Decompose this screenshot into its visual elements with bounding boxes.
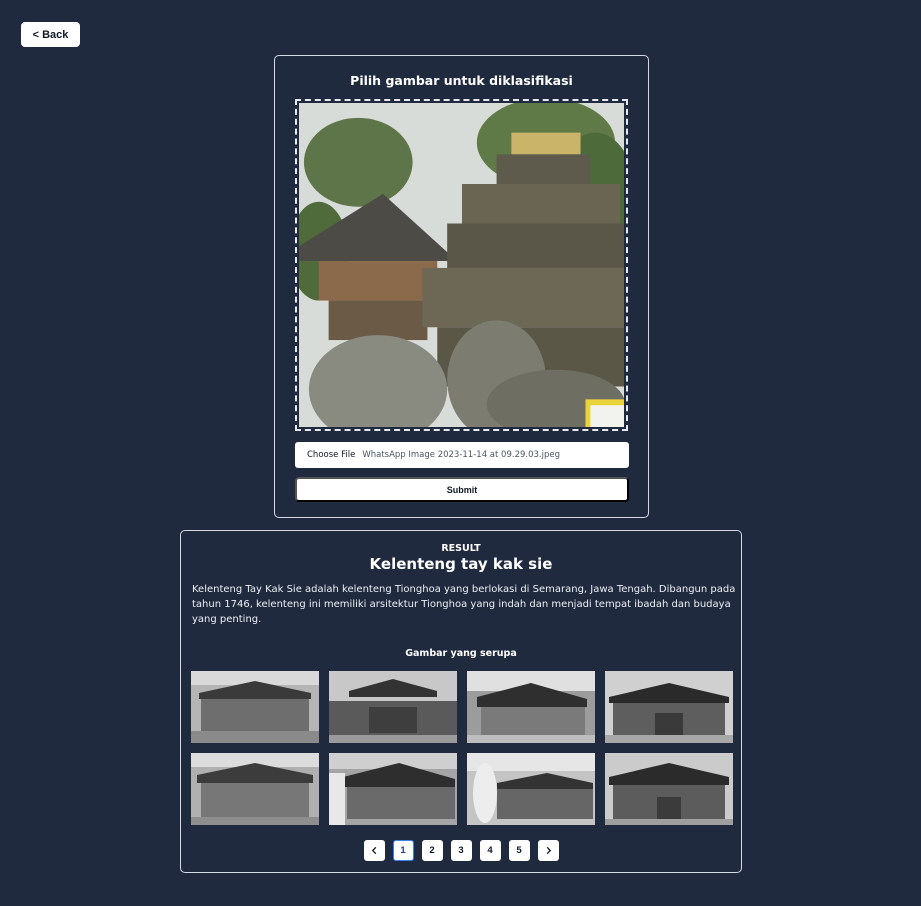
similar-image[interactable] (191, 671, 319, 743)
similar-image[interactable] (191, 753, 319, 825)
similar-image[interactable] (605, 671, 733, 743)
page-button-3[interactable]: 3 (450, 840, 472, 861)
result-title: Kelenteng tay kak sie (369, 555, 553, 573)
result-label: RESULT (441, 543, 481, 554)
chevron-right-icon (546, 846, 551, 855)
page-button-5[interactable]: 5 (508, 840, 530, 861)
similar-images-gallery (191, 671, 733, 825)
chevron-left-icon (371, 846, 376, 855)
choose-file-button[interactable]: Choose File (295, 442, 362, 468)
uploaded-image-preview (299, 103, 624, 427)
upload-title: Pilih gambar untuk diklasifikasi (350, 73, 573, 88)
file-input[interactable]: Choose File WhatsApp Image 2023-11-14 at… (295, 442, 629, 468)
similar-image[interactable] (467, 753, 595, 825)
page-button-2[interactable]: 2 (421, 840, 443, 861)
submit-button[interactable]: Submit (295, 477, 629, 502)
page-button-4[interactable]: 4 (479, 840, 501, 861)
similar-image[interactable] (605, 753, 733, 825)
page-button-1[interactable]: 1 (392, 840, 414, 861)
result-description: Kelenteng Tay Kak Sie adalah kelenteng T… (192, 584, 736, 625)
result-card: RESULT Kelenteng tay kak sie Kelenteng T… (180, 530, 742, 873)
back-button[interactable]: < Back (21, 22, 80, 47)
similar-image[interactable] (467, 671, 595, 743)
selected-file-name: WhatsApp Image 2023-11-14 at 09.29.03.jp… (362, 450, 560, 460)
upload-card: Pilih gambar untuk diklasifikasi Choose … (274, 55, 649, 518)
similar-images-title: Gambar yang serupa (405, 648, 517, 659)
next-page-button[interactable] (537, 840, 559, 861)
image-dropzone[interactable] (295, 99, 628, 431)
similar-image[interactable] (329, 671, 457, 743)
previous-page-button[interactable] (363, 840, 385, 861)
pagination: 1 2 3 4 5 (181, 840, 741, 861)
similar-image[interactable] (329, 753, 457, 825)
